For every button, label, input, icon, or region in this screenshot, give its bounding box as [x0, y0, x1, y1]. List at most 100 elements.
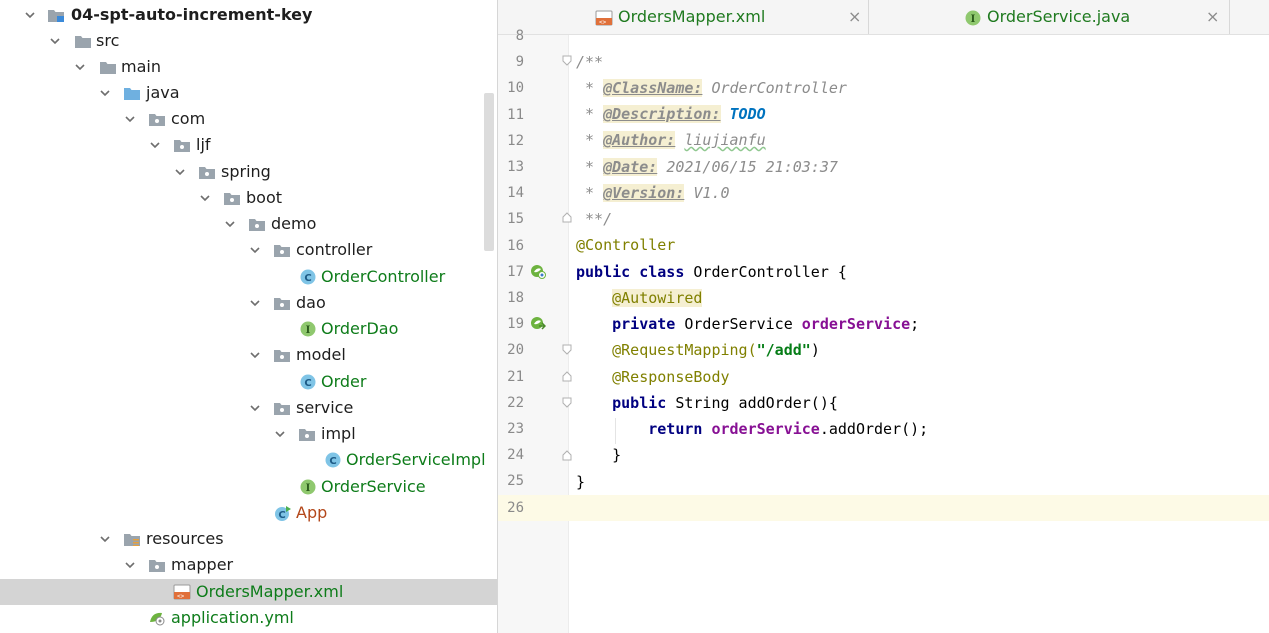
tree-item-spring[interactable]: spring: [0, 159, 497, 185]
tree-item-java[interactable]: java: [0, 80, 497, 106]
code-line-19: private OrderService orderService;: [612, 315, 920, 333]
tab-close-button[interactable]: ×: [1206, 7, 1219, 27]
line-number: 12: [507, 132, 524, 149]
expand-chevron-icon[interactable]: [250, 298, 260, 308]
tree-item-app[interactable]: C App: [0, 500, 497, 526]
line-number: 16: [507, 237, 524, 254]
fold-open-icon[interactable]: [562, 397, 572, 409]
tree-item-impl[interactable]: impl: [0, 421, 497, 447]
fold-open-icon[interactable]: [562, 344, 572, 356]
tree-item-application-yml[interactable]: application.yml: [0, 605, 497, 631]
expand-chevron-icon[interactable]: [175, 167, 185, 177]
tree-item-order-controller[interactable]: C OrderController: [0, 264, 497, 290]
tree-item-com[interactable]: com: [0, 106, 497, 132]
expand-chevron-icon[interactable]: [250, 403, 260, 413]
expand-chevron-icon[interactable]: [275, 429, 285, 439]
folder-icon: [74, 33, 91, 49]
package-icon: [198, 164, 215, 180]
tree-item-orders-mapper-xml[interactable]: <> OrdersMapper.xml: [0, 579, 497, 605]
expand-chevron-icon[interactable]: [250, 350, 260, 360]
tree-item-service[interactable]: service: [0, 395, 497, 421]
line-number: 26: [507, 499, 524, 516]
package-icon: [248, 216, 265, 232]
code-line-9: /**: [576, 53, 604, 71]
tree-item-src[interactable]: src: [0, 28, 497, 54]
tree-item-module[interactable]: 04-spt-auto-increment-key: [0, 2, 497, 28]
fold-close-icon[interactable]: [562, 211, 572, 223]
expand-chevron-icon[interactable]: [125, 560, 135, 570]
tree-scrollbar[interactable]: [484, 93, 494, 251]
tree-item-demo[interactable]: demo: [0, 211, 497, 237]
line-number: 24: [507, 447, 524, 464]
tree-item-order[interactable]: C Order: [0, 369, 497, 395]
code-line-11: * @Description: TODO: [576, 105, 766, 123]
tree-item-label: OrderServiceImpl: [346, 450, 486, 469]
tab-orders-mapper-xml[interactable]: <> OrdersMapper.xml ×: [498, 0, 868, 34]
fold-close-icon[interactable]: [562, 449, 572, 461]
tree-item-label: src: [96, 31, 120, 50]
tab-order-service-java[interactable]: I OrderService.java ×: [869, 0, 1229, 34]
autowired-navigate-icon[interactable]: [530, 316, 546, 332]
code-line-14: * @Version: V1.0: [576, 184, 730, 202]
package-icon: [273, 400, 290, 416]
tree-item-main[interactable]: main: [0, 54, 497, 80]
tree-item-dao[interactable]: dao: [0, 290, 497, 316]
expand-chevron-icon[interactable]: [150, 140, 160, 150]
tab-separator: [1229, 0, 1230, 34]
line-number: 23: [507, 421, 524, 437]
tree-item-resources[interactable]: resources: [0, 526, 497, 552]
code-line-20: @RequestMapping("/add"): [612, 341, 820, 359]
tree-item-label: service: [296, 398, 354, 417]
xml-file-icon: <>: [595, 10, 613, 30]
expand-chevron-icon[interactable]: [125, 114, 135, 124]
line-number: 18: [507, 290, 524, 306]
tree-item-order-service-impl[interactable]: C OrderServiceImpl: [0, 447, 497, 473]
tree-item-model[interactable]: model: [0, 342, 497, 368]
tree-item-order-dao[interactable]: I OrderDao: [0, 316, 497, 342]
expand-chevron-icon[interactable]: [100, 534, 110, 544]
expand-chevron-icon[interactable]: [100, 88, 110, 98]
svg-text:I: I: [306, 483, 311, 494]
fold-open-icon[interactable]: [562, 55, 572, 67]
code-line-25: }: [576, 473, 586, 491]
code-line-21: @ResponseBody: [612, 368, 730, 386]
code-line-13: * @Date: 2021/06/15 21:03:37: [576, 158, 838, 176]
package-icon: [148, 557, 165, 573]
expand-chevron-icon[interactable]: [250, 245, 260, 255]
tree-item-label: ljf: [196, 135, 211, 154]
tab-close-button[interactable]: ×: [848, 7, 861, 27]
tree-item-boot[interactable]: boot: [0, 185, 497, 211]
tree-item-label: OrderDao: [321, 319, 399, 338]
svg-text:C: C: [329, 456, 336, 467]
code-line-18: @Autowired: [612, 289, 703, 307]
line-number: 21: [507, 368, 524, 385]
line-number: 22: [507, 394, 524, 411]
expand-chevron-icon[interactable]: [225, 219, 235, 229]
package-icon: [273, 347, 290, 363]
line-number: 13: [507, 159, 524, 175]
tree-item-ljf[interactable]: ljf: [0, 132, 497, 158]
tree-item-label: demo: [271, 214, 317, 233]
line-number: 17: [507, 263, 524, 280]
code-line-22: public String addOrder(){: [612, 394, 838, 412]
tree-item-label: spring: [221, 162, 271, 181]
code-line-24: }: [612, 446, 622, 464]
class-icon: C: [325, 452, 341, 468]
svg-text:C: C: [304, 378, 311, 389]
expand-chevron-icon[interactable]: [200, 193, 210, 203]
resources-folder-icon: [123, 531, 140, 547]
spring-bean-icon[interactable]: [530, 264, 546, 280]
tree-item-label: controller: [296, 240, 373, 259]
tree-item-mapper[interactable]: mapper: [0, 552, 497, 578]
fold-close-icon[interactable]: [562, 370, 572, 382]
line-number: 20: [507, 342, 524, 359]
tree-item-order-service[interactable]: I OrderService: [0, 474, 497, 500]
tree-item-label: OrderController: [321, 267, 446, 286]
expand-chevron-icon[interactable]: [50, 36, 60, 46]
code-line-15: **/: [585, 210, 613, 228]
editor-tab-bar: <> OrdersMapper.xml × I OrderService.jav…: [498, 0, 1269, 35]
expand-chevron-icon[interactable]: [25, 10, 35, 20]
package-icon: [273, 242, 290, 258]
expand-chevron-icon[interactable]: [75, 62, 85, 72]
tree-item-controller[interactable]: controller: [0, 237, 497, 263]
